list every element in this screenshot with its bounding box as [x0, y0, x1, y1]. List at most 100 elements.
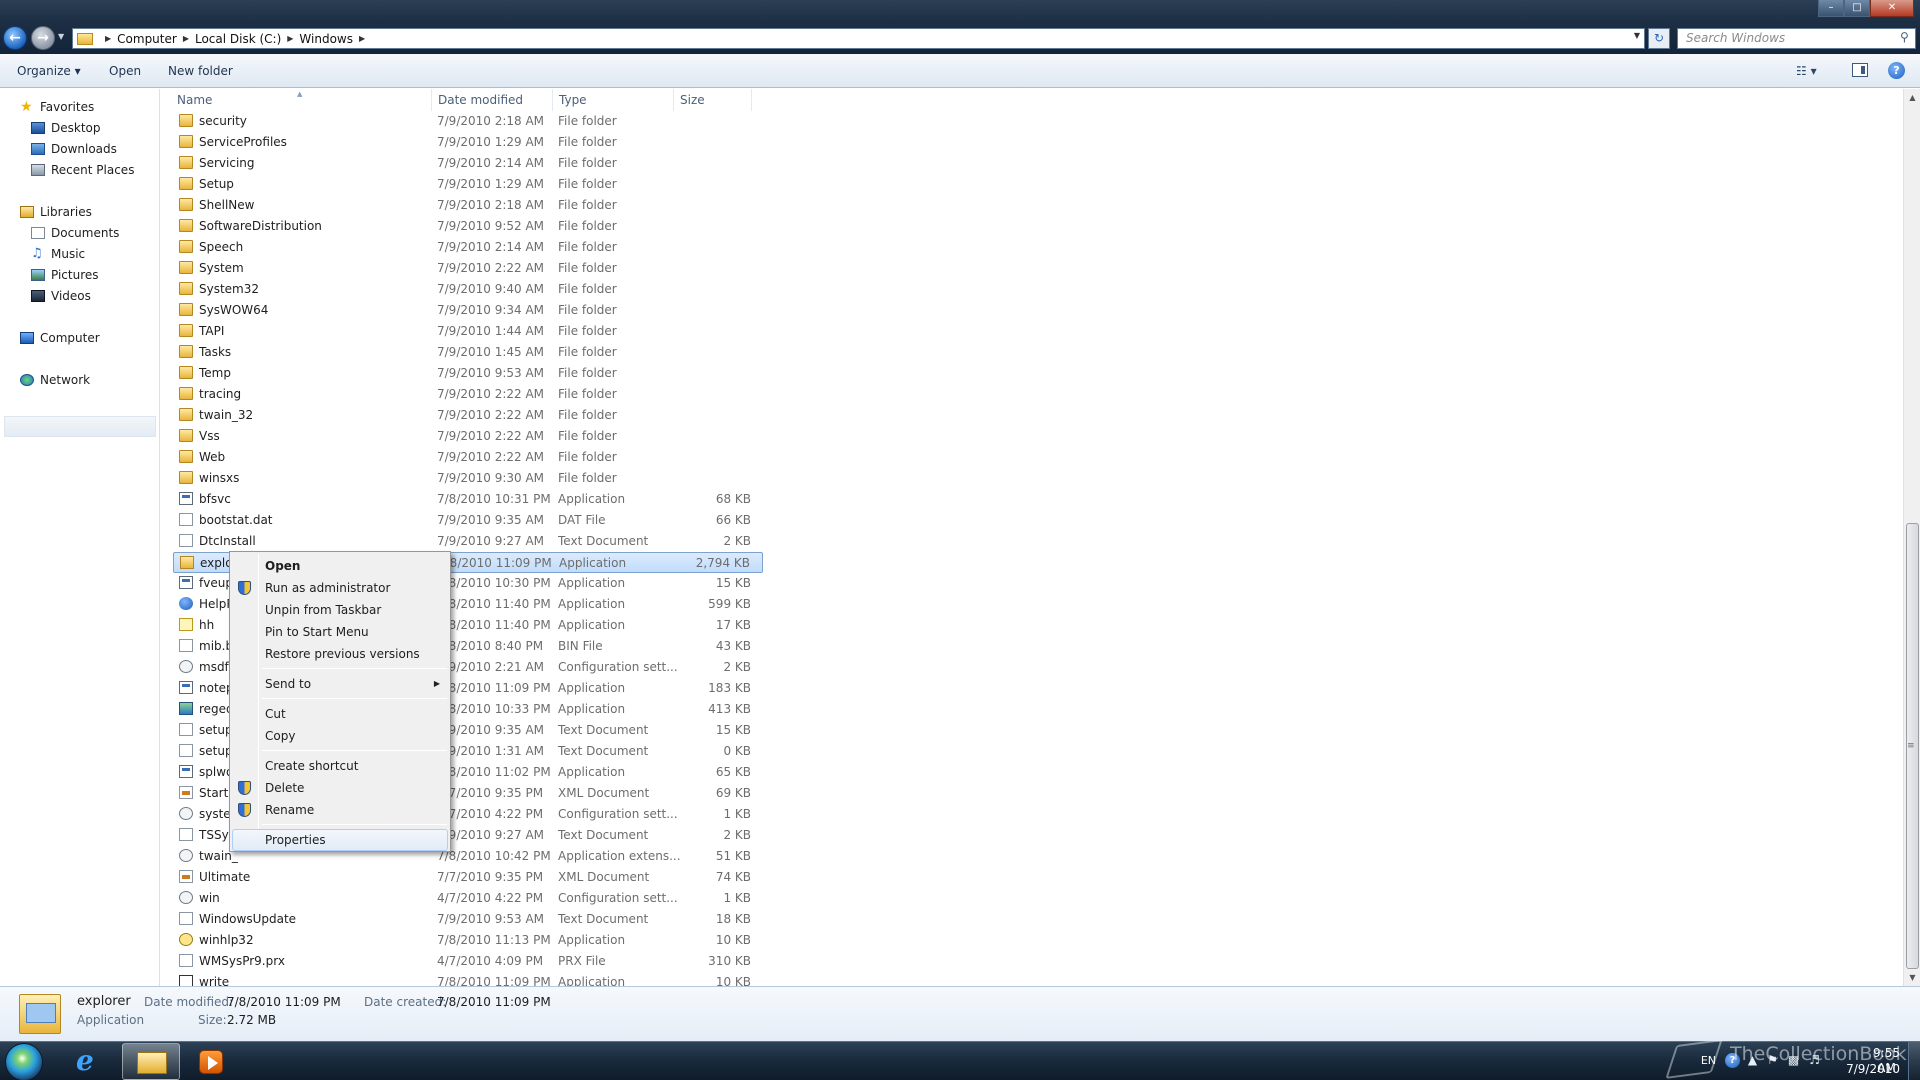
file-date: 7/9/2010 9:34 AM	[437, 303, 545, 317]
nav-item-recent-places[interactable]: Recent Places	[31, 161, 134, 179]
menu-item-cut[interactable]: Cut	[232, 703, 448, 725]
nav-item-downloads[interactable]: Downloads	[31, 140, 117, 158]
language-indicator[interactable]: EN	[1701, 1054, 1716, 1067]
file-row[interactable]: System32 7/9/2010 9:40 AM File folder	[173, 279, 763, 300]
start-button[interactable]	[5, 1043, 43, 1080]
close-button[interactable]: ✕	[1870, 0, 1914, 17]
nav-item-libraries[interactable]: Libraries	[20, 203, 92, 221]
breadcrumb-chevron-icon[interactable]: ▶	[287, 34, 293, 43]
nav-item-music[interactable]: ♫ Music	[31, 245, 85, 263]
file-type: File folder	[558, 387, 617, 401]
taskbar-media-player[interactable]	[182, 1043, 240, 1080]
file-type: File folder	[558, 450, 617, 464]
menu-item-run-as-admin[interactable]: Run as administrator	[232, 577, 448, 599]
tray-help-icon[interactable]: ?	[1725, 1053, 1740, 1068]
nav-item-pictures[interactable]: Pictures	[31, 266, 99, 284]
taskbar-windows-explorer[interactable]	[122, 1043, 180, 1080]
address-history-dropdown[interactable]: ▼	[1634, 31, 1640, 40]
file-row[interactable]: security 7/9/2010 2:18 AM File folder	[173, 111, 763, 132]
file-row[interactable]: winhlp32 7/8/2010 11:13 PM Application 10 K…	[173, 930, 763, 951]
search-input[interactable]: Search Windows	[1677, 28, 1916, 49]
tray-notification-icons[interactable]: ▲⚑▩♬	[1748, 1053, 1830, 1067]
recent-pages-dropdown[interactable]: ▼	[58, 32, 64, 41]
file-row[interactable]: SoftwareDistribution 7/9/2010 9:52 AM File…	[173, 216, 763, 237]
file-row[interactable]: Speech 7/9/2010 2:14 AM File folder	[173, 237, 763, 258]
menu-item-create-shortcut[interactable]: Create shortcut	[232, 755, 448, 777]
nav-item-desktop[interactable]: Desktop	[31, 119, 101, 137]
file-row[interactable]: ShellNew 7/9/2010 2:18 AM File folder	[173, 195, 763, 216]
file-row[interactable]: Temp 7/9/2010 9:53 AM File folder	[173, 363, 763, 384]
file-row[interactable]: ServiceProfiles 7/9/2010 1:29 AM File fold…	[173, 132, 763, 153]
breadcrumb-local-disk[interactable]: Local Disk (C:)	[195, 32, 281, 46]
file-row[interactable]: Web 7/9/2010 2:22 AM File folder	[173, 447, 763, 468]
nav-item-documents[interactable]: Documents	[31, 224, 119, 242]
new-folder-button[interactable]: New folder	[168, 64, 233, 78]
file-size: 2 KB	[723, 660, 751, 674]
file-row[interactable]: write 7/8/2010 11:09 PM Application 10 KB	[173, 972, 763, 986]
maximize-button[interactable]: □	[1844, 0, 1870, 17]
address-bar[interactable]: ▶ Computer ▶ Local Disk (C:) ▶ Windows ▶…	[72, 28, 1645, 49]
file-row[interactable]: TAPI 7/9/2010 1:44 AM File folder	[173, 321, 763, 342]
file-date: 7/9/2010 9:40 AM	[437, 282, 545, 296]
help-icon[interactable]: ?	[1888, 62, 1905, 79]
scroll-down-arrow-icon[interactable]: ▼	[1904, 969, 1920, 986]
scroll-up-arrow-icon[interactable]: ▲	[1904, 89, 1920, 106]
column-header-type[interactable]: Type	[553, 89, 674, 111]
menu-item-pin-start[interactable]: Pin to Start Menu	[232, 621, 448, 643]
file-type: Configuration sett...	[558, 891, 678, 905]
column-header-size[interactable]: Size	[674, 89, 752, 111]
open-button[interactable]: Open	[109, 64, 141, 78]
nav-item-videos[interactable]: Videos	[31, 287, 91, 305]
file-row[interactable]: System 7/9/2010 2:22 AM File folder	[173, 258, 763, 279]
file-row[interactable]: WindowsUpdate 7/9/2010 9:53 AM Text Docume…	[173, 909, 763, 930]
file-row[interactable]: Vss 7/9/2010 2:22 AM File folder	[173, 426, 763, 447]
minimize-button[interactable]: –	[1818, 0, 1844, 17]
details-created-label: Date created:	[364, 995, 447, 1009]
file-row[interactable]: Setup 7/9/2010 1:29 AM File folder	[173, 174, 763, 195]
column-header-date[interactable]: Date modified	[432, 89, 553, 111]
file-row[interactable]: winsxs 7/9/2010 9:30 AM File folder	[173, 468, 763, 489]
file-row[interactable]: Servicing 7/9/2010 2:14 AM File folder	[173, 153, 763, 174]
breadcrumb-chevron-icon[interactable]: ▶	[359, 34, 365, 43]
organize-button[interactable]: Organize ▾	[17, 64, 81, 78]
file-row[interactable]: bfsvc 7/8/2010 10:31 PM Application 68 KB	[173, 489, 763, 510]
taskbar-internet-explorer[interactable]: e	[60, 1043, 118, 1080]
file-row[interactable]: Ultimate 7/7/2010 9:35 PM XML Document 74 K…	[173, 867, 763, 888]
file-row[interactable]: twain_32 7/9/2010 2:22 AM File folder	[173, 405, 763, 426]
file-row[interactable]: DtcInstall 7/9/2010 9:27 AM Text Document 2…	[173, 531, 763, 552]
file-size: 15 KB	[715, 576, 751, 590]
folder-file-icon	[179, 114, 193, 127]
vertical-scrollbar[interactable]: ▲ ≡ ▼	[1903, 89, 1920, 986]
menu-item-delete[interactable]: Delete	[232, 777, 448, 799]
file-row[interactable]: SysWOW64 7/9/2010 9:34 AM File folder	[173, 300, 763, 321]
nav-item-favorites[interactable]: ★ Favorites	[20, 98, 94, 116]
change-view-icon[interactable]: ☷ ▾	[1796, 64, 1817, 78]
file-row[interactable]: WMSysPr9.prx 4/7/2010 4:09 PM PRX File 310 …	[173, 951, 763, 972]
nav-item-computer[interactable]: Computer	[20, 329, 100, 347]
file-row[interactable]: bootstat.dat 7/9/2010 9:35 AM DAT File 66 K…	[173, 510, 763, 531]
show-desktop-button[interactable]	[1908, 1042, 1920, 1080]
breadcrumb-computer[interactable]: Computer	[117, 32, 177, 46]
breadcrumb-chevron-icon[interactable]: ▶	[105, 34, 111, 43]
menu-item-rename[interactable]: Rename	[232, 799, 448, 821]
column-header-name[interactable]: Name ▲	[161, 89, 432, 111]
forward-button[interactable]: →	[31, 26, 55, 50]
menu-item-send-to[interactable]: Send to ▶	[232, 673, 448, 695]
file-date: 7/9/2010 2:14 AM	[437, 156, 545, 170]
preview-pane-icon[interactable]	[1852, 63, 1868, 77]
file-row[interactable]: Tasks 7/9/2010 1:45 AM File folder	[173, 342, 763, 363]
search-icon[interactable]: ⚲	[1900, 30, 1916, 44]
file-row[interactable]: tracing 7/9/2010 2:22 AM File folder	[173, 384, 763, 405]
menu-item-properties[interactable]: Properties	[232, 829, 448, 851]
menu-item-restore-versions[interactable]: Restore previous versions	[232, 643, 448, 665]
menu-item-open[interactable]: Open	[232, 555, 448, 577]
nav-item-network[interactable]: Network	[20, 371, 90, 389]
refresh-button[interactable]: ↻	[1648, 28, 1670, 49]
menu-item-unpin-taskbar[interactable]: Unpin from Taskbar	[232, 599, 448, 621]
breadcrumb-chevron-icon[interactable]: ▶	[183, 34, 189, 43]
file-row[interactable]: win 4/7/2010 4:22 PM Configuration sett...…	[173, 888, 763, 909]
back-button[interactable]: ←	[3, 26, 27, 50]
menu-item-copy[interactable]: Copy	[232, 725, 448, 747]
clock-date[interactable]: 7/9/2010	[1846, 1062, 1900, 1076]
breadcrumb-windows[interactable]: Windows	[299, 32, 353, 46]
